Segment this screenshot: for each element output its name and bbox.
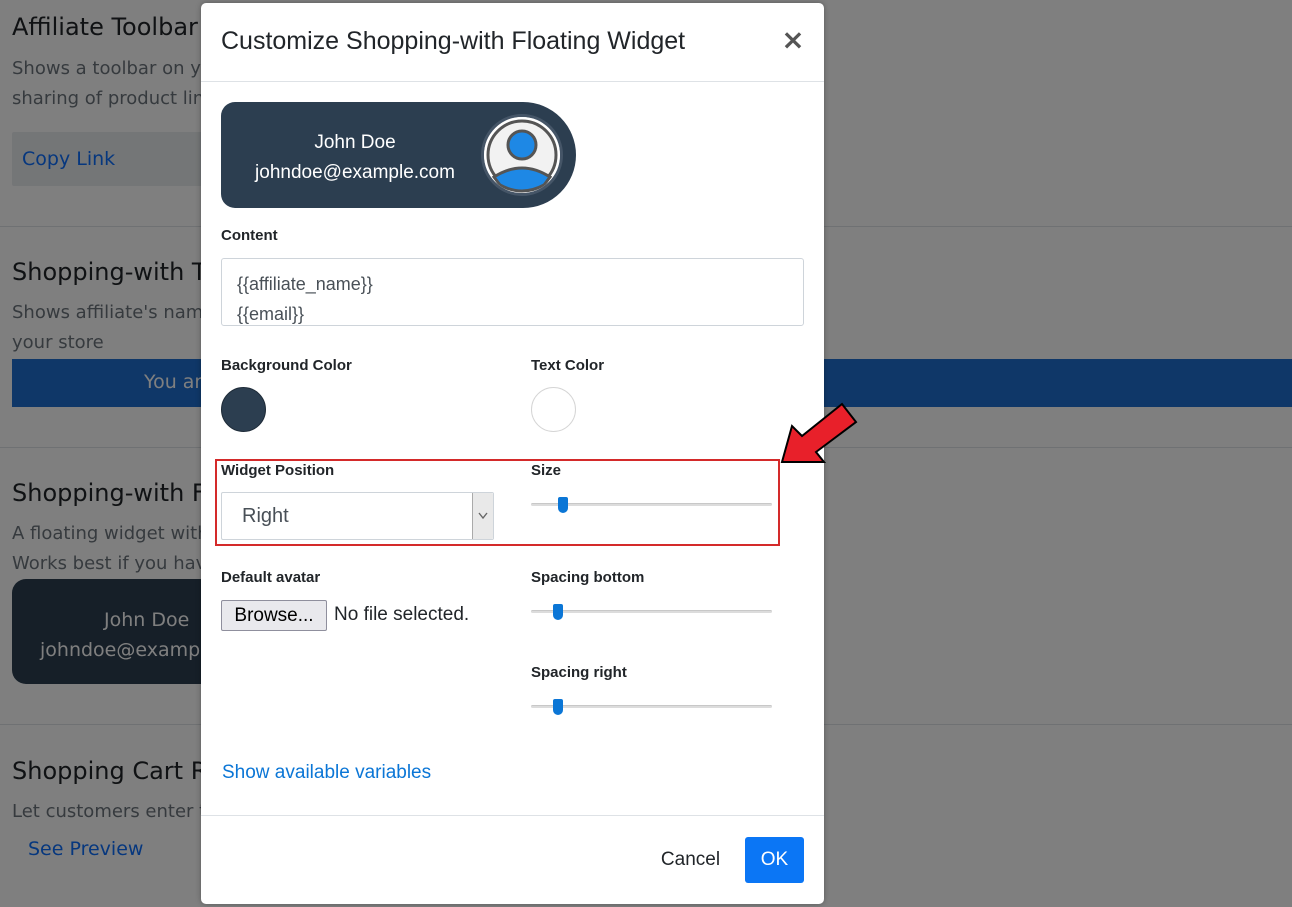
text-color-swatch[interactable] bbox=[531, 387, 576, 432]
content-line: {{affiliate_name}} bbox=[237, 274, 373, 294]
size-slider[interactable] bbox=[531, 497, 772, 513]
slider-thumb[interactable] bbox=[557, 497, 568, 513]
background-color-swatch[interactable] bbox=[221, 387, 266, 432]
modal-title: Customize Shopping-with Floating Widget bbox=[221, 27, 686, 55]
customize-widget-modal: Customize Shopping-with Floating Widget … bbox=[201, 3, 824, 904]
content-label: Content bbox=[221, 227, 278, 244]
content-line: {{email}} bbox=[237, 304, 305, 324]
avatar-icon bbox=[481, 114, 563, 196]
spacing-right-slider[interactable] bbox=[531, 699, 772, 715]
modal-header: Customize Shopping-with Floating Widget … bbox=[201, 3, 824, 82]
slider-thumb[interactable] bbox=[553, 699, 564, 715]
annotation-arrow-icon bbox=[780, 402, 858, 463]
widget-position-label: Widget Position bbox=[221, 462, 335, 479]
spacing-right-label: Spacing right bbox=[531, 664, 627, 681]
widget-preview-email: johndoe@example.com bbox=[255, 162, 455, 183]
ok-button[interactable]: OK bbox=[745, 837, 804, 883]
size-label: Size bbox=[531, 462, 562, 479]
slider-thumb[interactable] bbox=[553, 604, 564, 620]
show-variables-link[interactable]: Show available variables bbox=[222, 762, 431, 784]
browse-button[interactable]: Browse... bbox=[221, 600, 327, 631]
content-textarea[interactable]: {{affiliate_name}} {{email}} bbox=[221, 258, 804, 326]
widget-preview-text: John Doe johndoe@example.com bbox=[221, 128, 489, 188]
text-color-label: Text Color bbox=[531, 357, 605, 374]
background-color-label: Background Color bbox=[221, 357, 352, 374]
widget-position-select[interactable]: Right bbox=[221, 492, 494, 540]
modal-footer-divider bbox=[201, 815, 824, 816]
spacing-bottom-slider[interactable] bbox=[531, 604, 772, 620]
widget-position-value: Right bbox=[242, 505, 289, 527]
slider-track bbox=[531, 705, 772, 708]
widget-preview-name: John Doe bbox=[314, 132, 396, 153]
spacing-bottom-label: Spacing bottom bbox=[531, 569, 645, 586]
default-avatar-label: Default avatar bbox=[221, 569, 321, 586]
chevron-down-icon[interactable] bbox=[472, 493, 493, 539]
close-button[interactable]: × bbox=[781, 25, 805, 55]
slider-track bbox=[531, 610, 772, 613]
widget-preview: John Doe johndoe@example.com bbox=[221, 102, 576, 208]
cancel-button[interactable]: Cancel bbox=[648, 837, 733, 883]
file-status: No file selected. bbox=[334, 604, 470, 625]
